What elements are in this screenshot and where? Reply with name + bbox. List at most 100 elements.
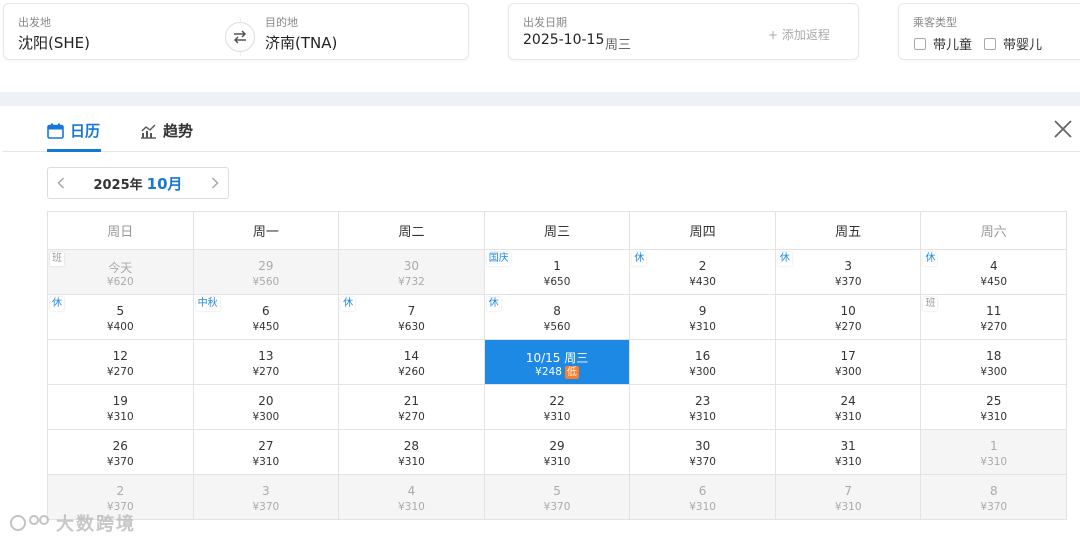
depart-date[interactable]: 2025-10-15	[523, 32, 604, 48]
day-price-row: ¥300	[194, 411, 339, 423]
calendar-day[interactable]: 8 ¥370	[921, 475, 1068, 520]
calendar-day[interactable]: 19 ¥310	[48, 385, 194, 430]
day-price: ¥310	[398, 501, 425, 513]
calendar-day[interactable]: 14 ¥260	[339, 340, 485, 385]
day-number: 7	[844, 484, 852, 498]
day-price: ¥310	[689, 321, 716, 333]
calendar-day[interactable]: 28 ¥310	[339, 430, 485, 475]
day-number: 9	[698, 304, 707, 318]
day-number: 8	[989, 484, 998, 498]
swap-cities-button[interactable]	[225, 22, 255, 52]
day-price-row: ¥310	[921, 456, 1066, 468]
calendar-day[interactable]: 1 ¥310	[921, 430, 1068, 475]
child-checkbox-label: 带儿童	[933, 38, 973, 53]
day-price-row: ¥370	[194, 501, 339, 513]
tab-trend[interactable]: 趋势	[140, 120, 193, 141]
day-number: 21	[403, 394, 420, 408]
weekday-thu: 周四	[630, 212, 776, 250]
calendar-day[interactable]: 31 ¥310	[775, 430, 922, 475]
day-price-row: ¥310	[485, 411, 630, 423]
calendar-day[interactable]: 13 ¥270	[193, 340, 340, 385]
next-month-button[interactable]	[202, 168, 228, 198]
calendar-day[interactable]: 16 ¥300	[630, 340, 776, 385]
infant-checkbox-box[interactable]	[984, 37, 996, 50]
tab-trend-label: 趋势	[163, 122, 194, 140]
weekday-wed: 周三	[484, 212, 631, 250]
calendar-day[interactable]: 29 ¥310	[484, 430, 631, 475]
day-price: ¥370	[689, 456, 716, 468]
calendar-day-selected[interactable]: 10/15 周三 ¥248 低	[484, 340, 631, 385]
calendar-day[interactable]: 中秋 6 ¥450	[193, 295, 340, 340]
calendar-day[interactable]: 20 ¥300	[193, 385, 340, 430]
day-price: ¥310	[834, 411, 862, 423]
calendar-day[interactable]: 5 ¥370	[484, 475, 631, 520]
calendar-day[interactable]: 3 ¥370	[193, 475, 340, 520]
calendar-day[interactable]: 23 ¥310	[630, 385, 776, 430]
calendar-day[interactable]: 18 ¥300	[921, 340, 1068, 385]
day-price: ¥270	[106, 366, 134, 378]
calendar-day[interactable]: 30 ¥370	[630, 430, 776, 475]
day-price-row: ¥310	[339, 456, 484, 468]
calendar-day[interactable]: 班 11 ¥270	[921, 295, 1068, 340]
day-number: 30	[694, 439, 711, 453]
section-gap	[0, 92, 1080, 106]
prev-month-button[interactable]	[48, 168, 74, 198]
calendar-day[interactable]: 24 ¥310	[775, 385, 922, 430]
calendar-week-row: 19 ¥310 20 ¥300 21 ¥270 22 ¥310 23 ¥310 24 ¥310 25 ¥3…	[48, 385, 1068, 430]
child-checkbox[interactable]: 带儿童	[914, 34, 972, 53]
day-number: 19	[112, 394, 128, 408]
calendar-day[interactable]: 9 ¥310	[630, 295, 776, 340]
from-city[interactable]: 沈阳(SHE)	[18, 32, 90, 53]
calendar-day[interactable]: 休 2 ¥430	[630, 250, 776, 295]
weekday-sat: 周六	[921, 212, 1068, 250]
day-price: ¥300	[834, 366, 862, 378]
calendar-day[interactable]: 休 3 ¥370	[775, 250, 922, 295]
month-month: 10月	[146, 174, 183, 193]
calendar-day[interactable]: 6 ¥310	[630, 475, 776, 520]
day-price-row: ¥310	[630, 411, 775, 423]
calendar-day[interactable]: 10 ¥270	[775, 295, 922, 340]
infant-checkbox[interactable]: 带婴儿	[984, 34, 1042, 53]
calendar-day[interactable]: 班今天 ¥620	[48, 250, 194, 295]
calendar-day[interactable]: 29 ¥560	[193, 250, 340, 295]
day-number: 10/15 周三	[525, 351, 589, 365]
day-price-row: ¥450	[921, 276, 1066, 288]
calendar-day[interactable]: 休 7 ¥630	[339, 295, 485, 340]
calendar-day[interactable]: 21 ¥270	[339, 385, 485, 430]
day-price-row: ¥310	[485, 456, 630, 468]
calendar-day[interactable]: 17 ¥300	[775, 340, 922, 385]
day-number: 17	[840, 349, 856, 363]
calendar-day[interactable]: 4 ¥310	[339, 475, 485, 520]
day-price-row: ¥310	[921, 411, 1066, 423]
calendar-day[interactable]: 30 ¥732	[339, 250, 485, 295]
calendar-panel: 日历 趋势 2025年 10月 周日 周一 周二 周三 周四 周五 周六 班 今…	[2, 106, 1080, 542]
calendar-week-row: 班今天 ¥620 29 ¥560 30 ¥732 国庆 1 ¥650 休 2 ¥430 休 3 ¥370 休 4…	[48, 250, 1068, 295]
calendar-day[interactable]: 12 ¥270	[48, 340, 194, 385]
add-return-button[interactable]: + 添加返程	[768, 26, 830, 43]
day-price: ¥450	[980, 276, 1008, 288]
calendar-day[interactable]: 27 ¥310	[193, 430, 340, 475]
search-bar: 出发地 沈阳(SHE) 目的地 济南(TNA) 出发日期 2025-10-15 …	[0, 0, 1080, 92]
day-number: 16	[694, 349, 711, 363]
to-label: 目的地	[265, 16, 298, 29]
tab-calendar[interactable]: 日历	[47, 120, 100, 141]
day-price: ¥370	[834, 276, 862, 288]
day-price: ¥560	[252, 276, 280, 288]
day-price-row: ¥248 低	[485, 366, 630, 379]
calendar-day[interactable]: 7 ¥310	[775, 475, 922, 520]
calendar-day[interactable]: 26 ¥370	[48, 430, 194, 475]
calendar-day[interactable]: 国庆 1 ¥650	[484, 250, 631, 295]
watermark-logo-icon	[10, 515, 49, 531]
close-button[interactable]	[1052, 118, 1074, 140]
calendar-day[interactable]: 休 5 ¥400	[48, 295, 194, 340]
day-price: ¥560	[543, 321, 571, 333]
date-card[interactable]: 出发日期 2025-10-15 周三 + 添加返程	[508, 3, 859, 60]
calendar-day[interactable]: 22 ¥310	[484, 385, 631, 430]
calendar-day[interactable]: 休 8 ¥560	[484, 295, 631, 340]
child-checkbox-box[interactable]	[914, 37, 926, 50]
calendar-body: 班今天 ¥620 29 ¥560 30 ¥732 国庆 1 ¥650 休 2 ¥430 休 3 ¥370 休 4…	[48, 250, 1068, 520]
to-city[interactable]: 济南(TNA)	[265, 32, 337, 53]
calendar-day[interactable]: 25 ¥310	[921, 385, 1068, 430]
calendar-day[interactable]: 休 4 ¥450	[921, 250, 1068, 295]
day-price: ¥650	[543, 276, 571, 288]
